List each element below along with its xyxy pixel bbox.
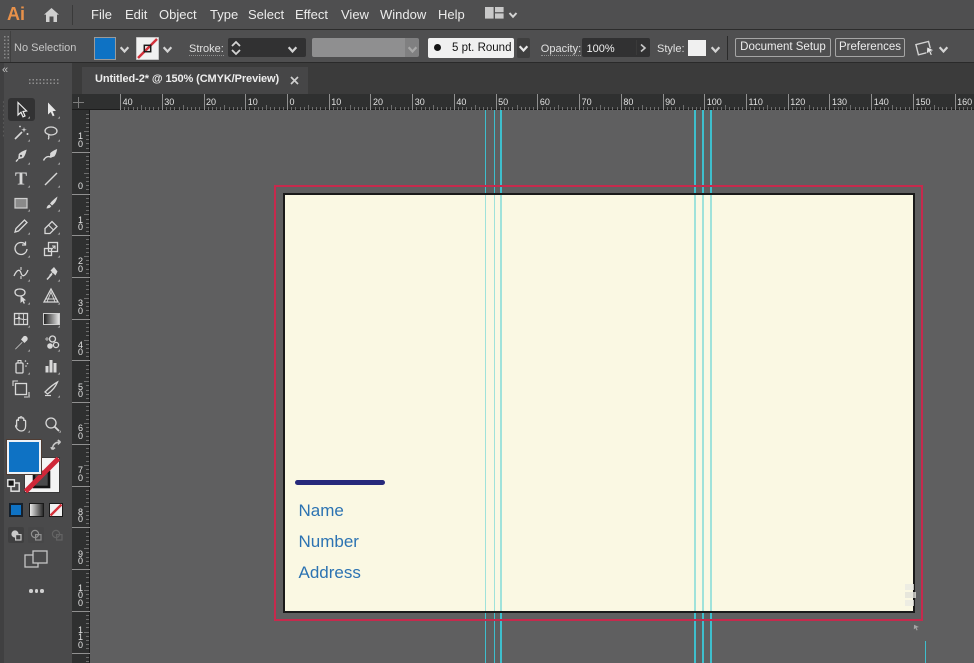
svg-text:T: T bbox=[15, 169, 27, 189]
